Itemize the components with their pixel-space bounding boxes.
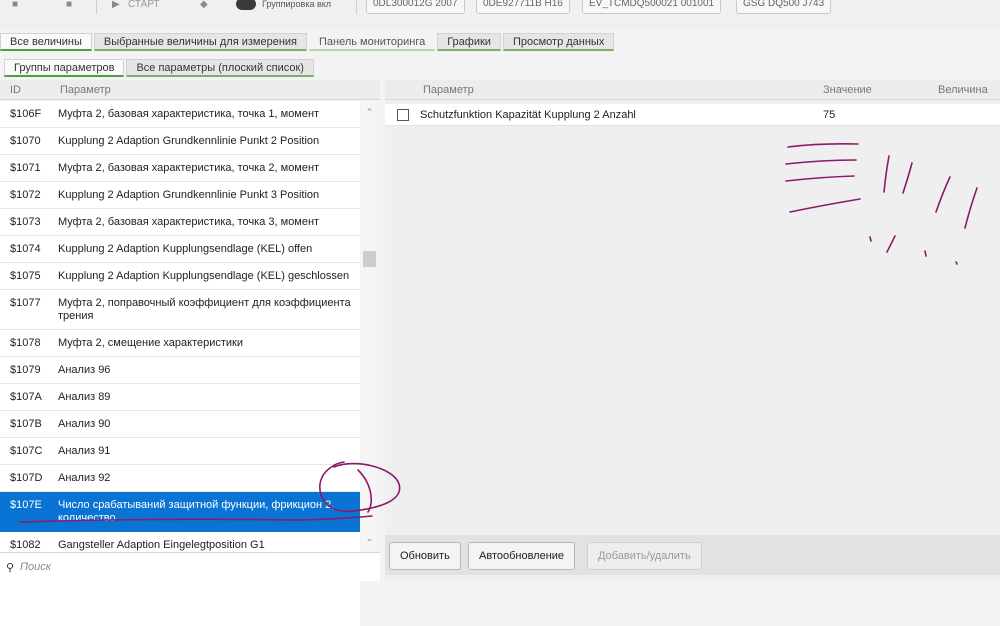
row-checkbox[interactable] — [397, 109, 409, 121]
group-toggle-label: Группировка вкл — [262, 0, 332, 9]
tab-data-view[interactable]: Просмотр данных — [502, 33, 615, 51]
list-header: ID Параметр — [0, 80, 380, 100]
sub-tabs: Группы параметров Все параметры (плоский… — [4, 59, 316, 78]
toolbar: ■ ■ ▶ СТАРТ ◆ Группировка вкл 0DL300012G… — [0, 0, 1000, 30]
item-name: Анализ 89 — [58, 391, 111, 403]
list-item[interactable]: $1071 Муфта 2, базовая характеристика, то… — [0, 155, 360, 182]
list-item[interactable]: $107E Число срабатываний защитной функции… — [0, 492, 360, 532]
list-item[interactable]: $107C Анализ 91 — [0, 438, 360, 465]
ecu-chip-3: EV_TCMDQ500021 001001 — [582, 0, 722, 14]
list-item[interactable]: $1070 Kupplung 2 Adaption Grundkennlinie … — [0, 128, 360, 155]
scroll-up-icon[interactable]: ⌃ — [361, 107, 378, 118]
lock-icon[interactable]: ■ — [12, 0, 18, 10]
parameter-list: $106F Муфта 2, базовая характеристика, то… — [0, 101, 360, 626]
item-name: Анализ 92 — [58, 472, 111, 484]
item-name: Муфта 2, смещение характеристики — [58, 337, 244, 349]
item-name: Анализ 90 — [58, 418, 111, 430]
list-item[interactable]: $1077 Муфта 2, поправочный коэффициент дл… — [0, 290, 360, 330]
tab-charts[interactable]: Графики — [437, 33, 501, 51]
item-id: $106F — [10, 108, 42, 120]
tab-selected-values[interactable]: Выбранные величины для измерения — [93, 33, 307, 51]
list-item[interactable]: $1072 Kupplung 2 Adaption Grundkennlinie … — [0, 182, 360, 209]
item-name: Муфта 2, базовая характеристика, точка 2… — [58, 162, 320, 174]
item-id: $1074 — [10, 243, 41, 255]
row-value: 75 — [823, 109, 836, 121]
item-name: Муфта 2, поправочный коэффициент для коэ… — [58, 297, 351, 322]
item-id: $107A — [10, 391, 42, 403]
item-id: $1075 — [10, 270, 41, 282]
item-id: $107C — [10, 445, 43, 457]
item-id: $1079 — [10, 364, 41, 376]
dropdown-icon[interactable]: ◆ — [200, 0, 208, 10]
refresh-button[interactable]: Обновить — [389, 542, 461, 570]
item-name: Kupplung 2 Adaption Grundkennlinie Punkt… — [58, 135, 320, 147]
right-header: Параметр Значение Величина — [385, 80, 1000, 100]
item-id: $1073 — [10, 216, 41, 228]
item-name: Муфта 2, базовая характеристика, точка 1… — [58, 108, 320, 120]
search-box[interactable]: ⚲ Поиск — [0, 552, 380, 581]
folder-icon[interactable]: ■ — [66, 0, 72, 10]
list-scrollbar[interactable]: ⌃ ⌄ — [361, 101, 378, 551]
ecu-chip-4: GSG DQ500 J743 — [736, 0, 832, 14]
item-name: Анализ 91 — [58, 445, 111, 457]
list-item[interactable]: $107D Анализ 92 — [0, 465, 360, 492]
item-id: $107B — [10, 418, 42, 430]
toolbar-divider — [356, 0, 357, 14]
item-id: $1071 — [10, 162, 41, 174]
list-item[interactable]: $1073 Муфта 2, базовая характеристика, то… — [0, 209, 360, 236]
tab-flat-list[interactable]: Все параметры (плоский список) — [126, 59, 314, 77]
item-name: Число срабатываний защитной функции, фри… — [58, 499, 335, 524]
item-name: Kupplung 2 Adaption Kupplungsendlage (KE… — [58, 270, 350, 282]
column-header-unit[interactable]: Величина — [938, 84, 988, 96]
search-icon: ⚲ — [6, 562, 15, 574]
add-remove-button[interactable]: Добавить/удалить — [587, 542, 702, 570]
toolbar-divider — [96, 0, 97, 14]
column-header-value[interactable]: Значение — [823, 84, 872, 96]
list-item[interactable]: $1078 Муфта 2, смещение характеристики — [0, 330, 360, 357]
item-id: $107D — [10, 472, 43, 484]
main-tabs: Все величины Выбранные величины для изме… — [0, 33, 616, 52]
item-id: $1082 — [10, 539, 41, 551]
column-header-parameter[interactable]: Параметр — [60, 84, 111, 96]
item-id: $1070 — [10, 135, 41, 147]
scroll-down-icon[interactable]: ⌄ — [361, 533, 378, 544]
ecu-chip-1: 0DL300012G 2007 — [366, 0, 465, 14]
column-header-parameter[interactable]: Параметр — [423, 84, 474, 96]
item-name: Анализ 96 — [58, 364, 111, 376]
group-toggle-icon[interactable] — [236, 0, 256, 10]
auto-refresh-button[interactable]: Автообновление — [468, 542, 576, 570]
selected-parameters-panel: Параметр Значение Величина Schutzfunktio… — [385, 80, 1000, 581]
item-id: $1077 — [10, 297, 41, 309]
list-item[interactable]: $1079 Анализ 96 — [0, 357, 360, 384]
item-id: $1078 — [10, 337, 41, 349]
list-item[interactable]: $107B Анализ 90 — [0, 411, 360, 438]
tab-all-values[interactable]: Все величины — [0, 33, 92, 51]
list-item[interactable]: $1074 Kupplung 2 Adaption Kupplungsendlag… — [0, 236, 360, 263]
ecu-chip-2: 0DE927711B H16 — [476, 0, 570, 14]
item-name: Kupplung 2 Adaption Grundkennlinie Punkt… — [58, 189, 320, 201]
list-item[interactable]: $107A Анализ 89 — [0, 384, 360, 411]
item-name: Муфта 2, базовая характеристика, точка 3… — [58, 216, 320, 228]
play-icon: ▶ — [112, 0, 120, 10]
scroll-thumb[interactable] — [363, 251, 376, 267]
row-parameter: Schutzfunktion Kapazität Kupplung 2 Anza… — [420, 109, 636, 121]
start-button[interactable]: СТАРТ — [128, 0, 160, 10]
item-name: Kupplung 2 Adaption Kupplungsendlage (KE… — [58, 243, 313, 255]
parameter-list-panel: ID Параметр $106F Муфта 2, базовая характ… — [0, 80, 380, 626]
list-item[interactable]: $106F Муфта 2, базовая характеристика, то… — [0, 101, 360, 128]
list-item[interactable]: $1075 Kupplung 2 Adaption Kupplungsendlag… — [0, 263, 360, 290]
action-bar: Обновить Автообновление Добавить/удалить — [385, 535, 1000, 575]
item-id: $107E — [10, 499, 42, 511]
tab-monitoring-panel[interactable]: Панель мониторинга — [309, 33, 436, 51]
column-header-id[interactable]: ID — [10, 84, 21, 96]
search-input[interactable]: Поиск — [20, 561, 51, 573]
item-id: $1072 — [10, 189, 41, 201]
table-row[interactable]: Schutzfunktion Kapazität Kupplung 2 Anza… — [385, 104, 1000, 126]
tab-parameter-groups[interactable]: Группы параметров — [4, 59, 125, 77]
